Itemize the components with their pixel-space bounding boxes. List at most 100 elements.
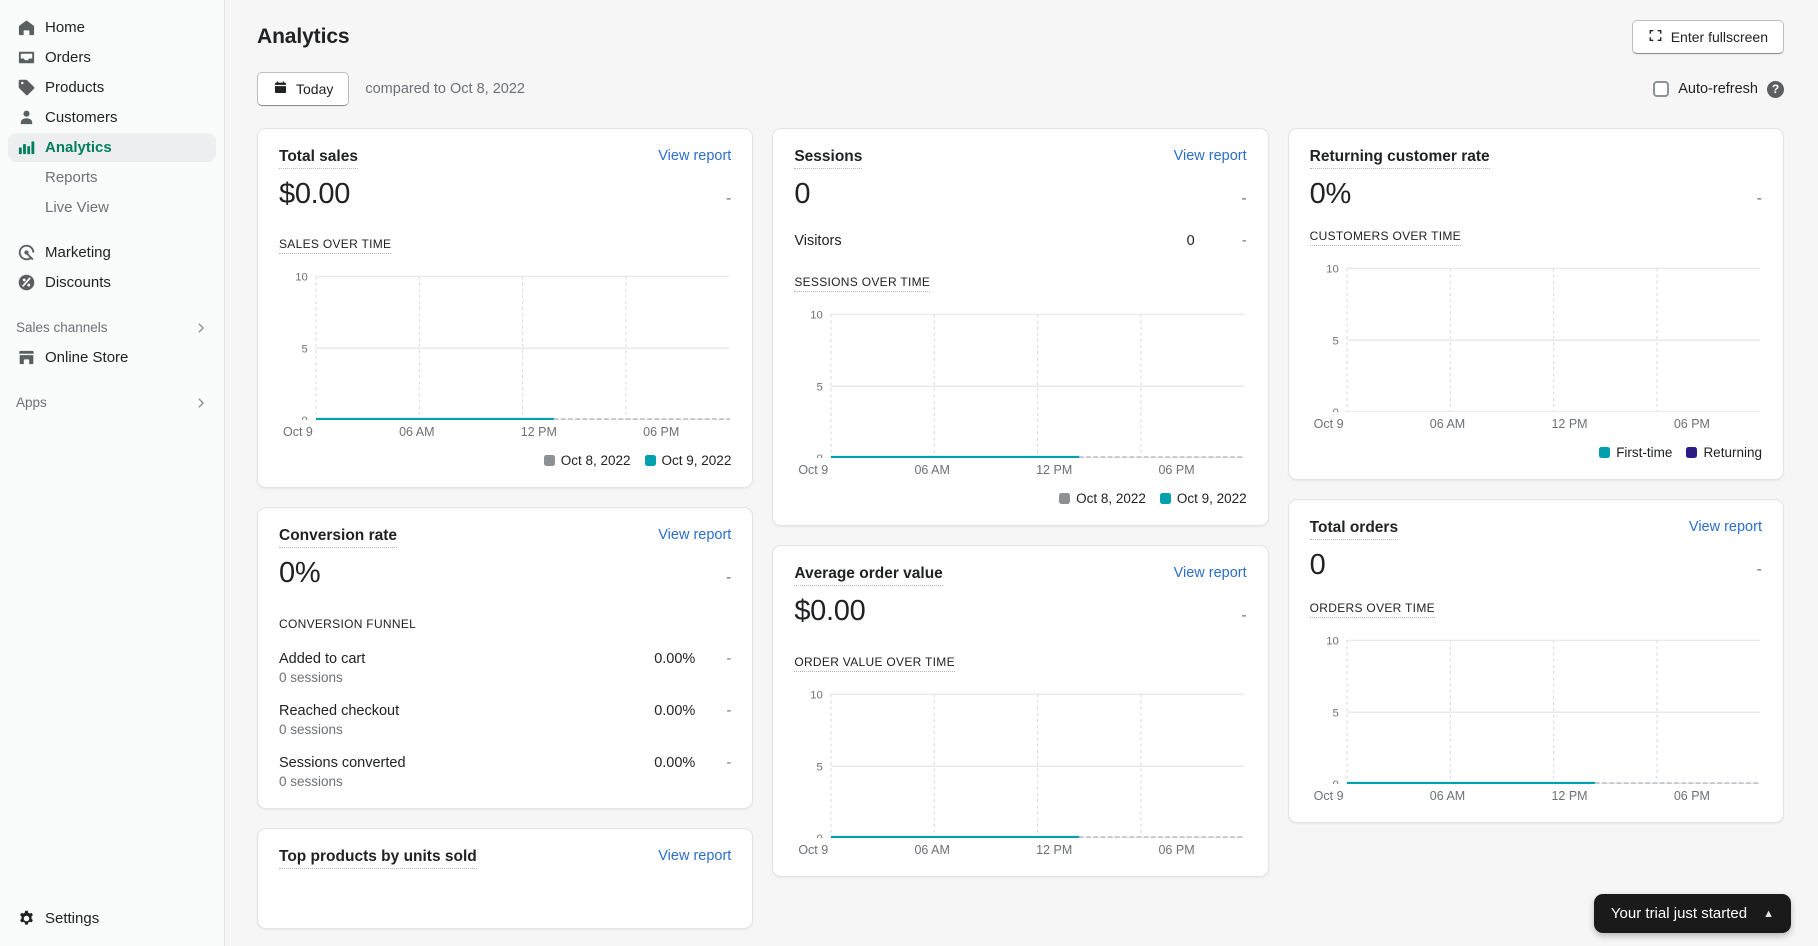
compared-to-label: compared to Oct 8, 2022 [365,81,525,97]
visitors-value: 0 [1186,233,1195,250]
x-tick-label: 12 PM [520,425,557,440]
card-header: Total sales View report [279,148,731,169]
card-title: Sessions [794,148,863,169]
sidebar-item-label: Home [45,19,86,36]
sidebar-item-label: Orders [45,49,91,66]
funnel-right: 0.00% - [654,703,731,719]
funnel-sublabel: 0 sessions [279,773,343,789]
view-report-link[interactable]: View report [1689,519,1762,535]
metric-value: $0.00 [279,178,351,210]
card-total-orders: Total orders View report 0 - ORDERS OVER… [1287,499,1784,823]
chart-orders-over-time: 10 5 0 Oct 9 06 AM 12 PM 06 PM [1310,632,1762,803]
legend-item[interactable]: Oct 9, 2022 [1159,491,1247,507]
svg-text:5: 5 [301,344,307,356]
funnel-left: Reached checkout 0 sessions [279,703,399,737]
legend-label: Oct 9, 2022 [1176,491,1247,507]
funnel-right: 0.00% - [654,755,731,771]
metric-value: 0 [794,178,811,210]
view-report-link[interactable]: View report [658,148,731,164]
card-title: Conversion rate [279,527,398,549]
sidebar-item-label: Analytics [45,139,112,156]
funnel-row-reached-checkout: Reached checkout 0 sessions 0.00% - [279,703,731,737]
legend-item[interactable]: First-time [1599,445,1672,460]
chevron-right-icon [194,396,208,410]
sidebar-subitem-label: Live View [45,199,109,216]
metric-row: 0 - [794,178,1246,211]
enter-fullscreen-label: Enter fullscreen [1670,29,1768,45]
x-tick-label: 06 AM [1429,417,1466,432]
sidebar-item-marketing[interactable]: Marketing [8,238,216,267]
funnel-label: Reached checkout [279,702,400,719]
customers-person-icon [16,108,36,128]
chart-legend: Oct 8, 2022 Oct 9, 2022 [794,491,1247,507]
legend-swatch-prev-day [1059,493,1071,505]
metric-value: 0% [1309,178,1352,210]
chart-svg: 10 5 0 [295,272,731,421]
sidebar-item-online-store[interactable]: Online Store [8,343,216,372]
calendar-icon [273,80,288,98]
card-top-products: Top products by units sold View report [257,827,754,929]
products-tag-icon [16,78,36,98]
sidebar-item-products[interactable]: Products [8,73,216,102]
sidebar-item-label: Marketing [45,244,111,261]
funnel-right: 0.00% - [654,651,731,667]
chart-sales-over-time: 10 5 0 Oct 9 06 AM 12 PM 06 PM [279,268,731,469]
x-tick-label: 06 AM [914,463,950,478]
legend-item[interactable]: Oct 8, 2022 [543,453,631,468]
metric-row: $0.00 - [794,595,1246,628]
sidebar-item-orders[interactable]: Orders [8,43,216,72]
toast-message: Your trial just started [1610,905,1748,922]
enter-fullscreen-button[interactable]: Enter fullscreen [1631,20,1784,54]
trial-toast[interactable]: Your trial just started ▲ [1593,894,1791,933]
legend-item[interactable]: Oct 8, 2022 [1059,491,1146,506]
sidebar-section-apps[interactable]: Apps [8,388,216,417]
funnel-delta: - [726,702,732,719]
card-title: Total sales [279,148,358,169]
sidebar: Home Orders Products Customers Analytics… [0,0,225,946]
x-tick-label: 06 AM [1429,788,1466,803]
filter-left-group: Today compared to Oct 8, 2022 [257,72,525,106]
sidebar-item-home[interactable]: Home [8,13,216,42]
metric-delta: - [726,190,732,207]
svg-text:10: 10 [1326,264,1339,276]
sidebar-subitem-reports[interactable]: Reports [8,163,216,192]
sidebar-footer-nav: Settings [0,903,224,946]
funnel-left: Added to cart 0 sessions [279,651,365,685]
sidebar-item-settings[interactable]: Settings [8,904,216,933]
card-body-placeholder [279,869,731,909]
marketing-icon [16,243,36,263]
x-tick-label: 06 AM [914,842,950,857]
legend-item[interactable]: Oct 9, 2022 [644,453,731,468]
view-report-link[interactable]: View report [658,848,731,864]
funnel-label: Sessions converted [279,754,406,771]
x-tick-label: 06 AM [399,425,435,440]
legend-label: Returning [1703,445,1762,461]
legend-swatch-prev-day [543,455,555,467]
auto-refresh-checkbox[interactable] [1653,81,1670,97]
chart-svg: 10 5 0 [1326,635,1761,784]
grid-column-3: Returning customer rate 0% - CUSTOMERS O… [1287,128,1784,823]
sidebar-subitem-live-view[interactable]: Live View [8,193,216,222]
x-tick-label: Oct 9 [798,842,829,857]
legend-item[interactable]: Returning [1686,445,1762,460]
view-report-link[interactable]: View report [1174,148,1247,164]
sidebar-item-discounts[interactable]: Discounts [8,268,216,297]
funnel-sublabel: 0 sessions [279,721,343,737]
help-icon[interactable]: ? [1767,80,1784,98]
chart-caption: ORDERS OVER TIME [1309,601,1435,618]
view-report-link[interactable]: View report [658,527,731,543]
card-header: Total orders View report [1309,519,1762,541]
view-report-link[interactable]: View report [1174,565,1247,581]
card-average-order-value: Average order value View report $0.00 - … [772,545,1269,877]
date-range-picker[interactable]: Today [257,72,350,106]
funnel-percent: 0.00% [654,650,696,667]
sidebar-item-analytics[interactable]: Analytics [8,133,216,162]
card-header: Conversion rate View report [279,527,731,549]
sidebar-item-customers[interactable]: Customers [8,103,216,132]
card-title: Top products by units sold [279,848,477,869]
home-icon [16,18,36,38]
sidebar-section-sales-channels[interactable]: Sales channels [8,313,216,342]
chart-legend: First-time Returning [1310,445,1762,460]
metric-delta: - [1241,607,1247,625]
sidebar-item-label: Discounts [45,274,111,291]
